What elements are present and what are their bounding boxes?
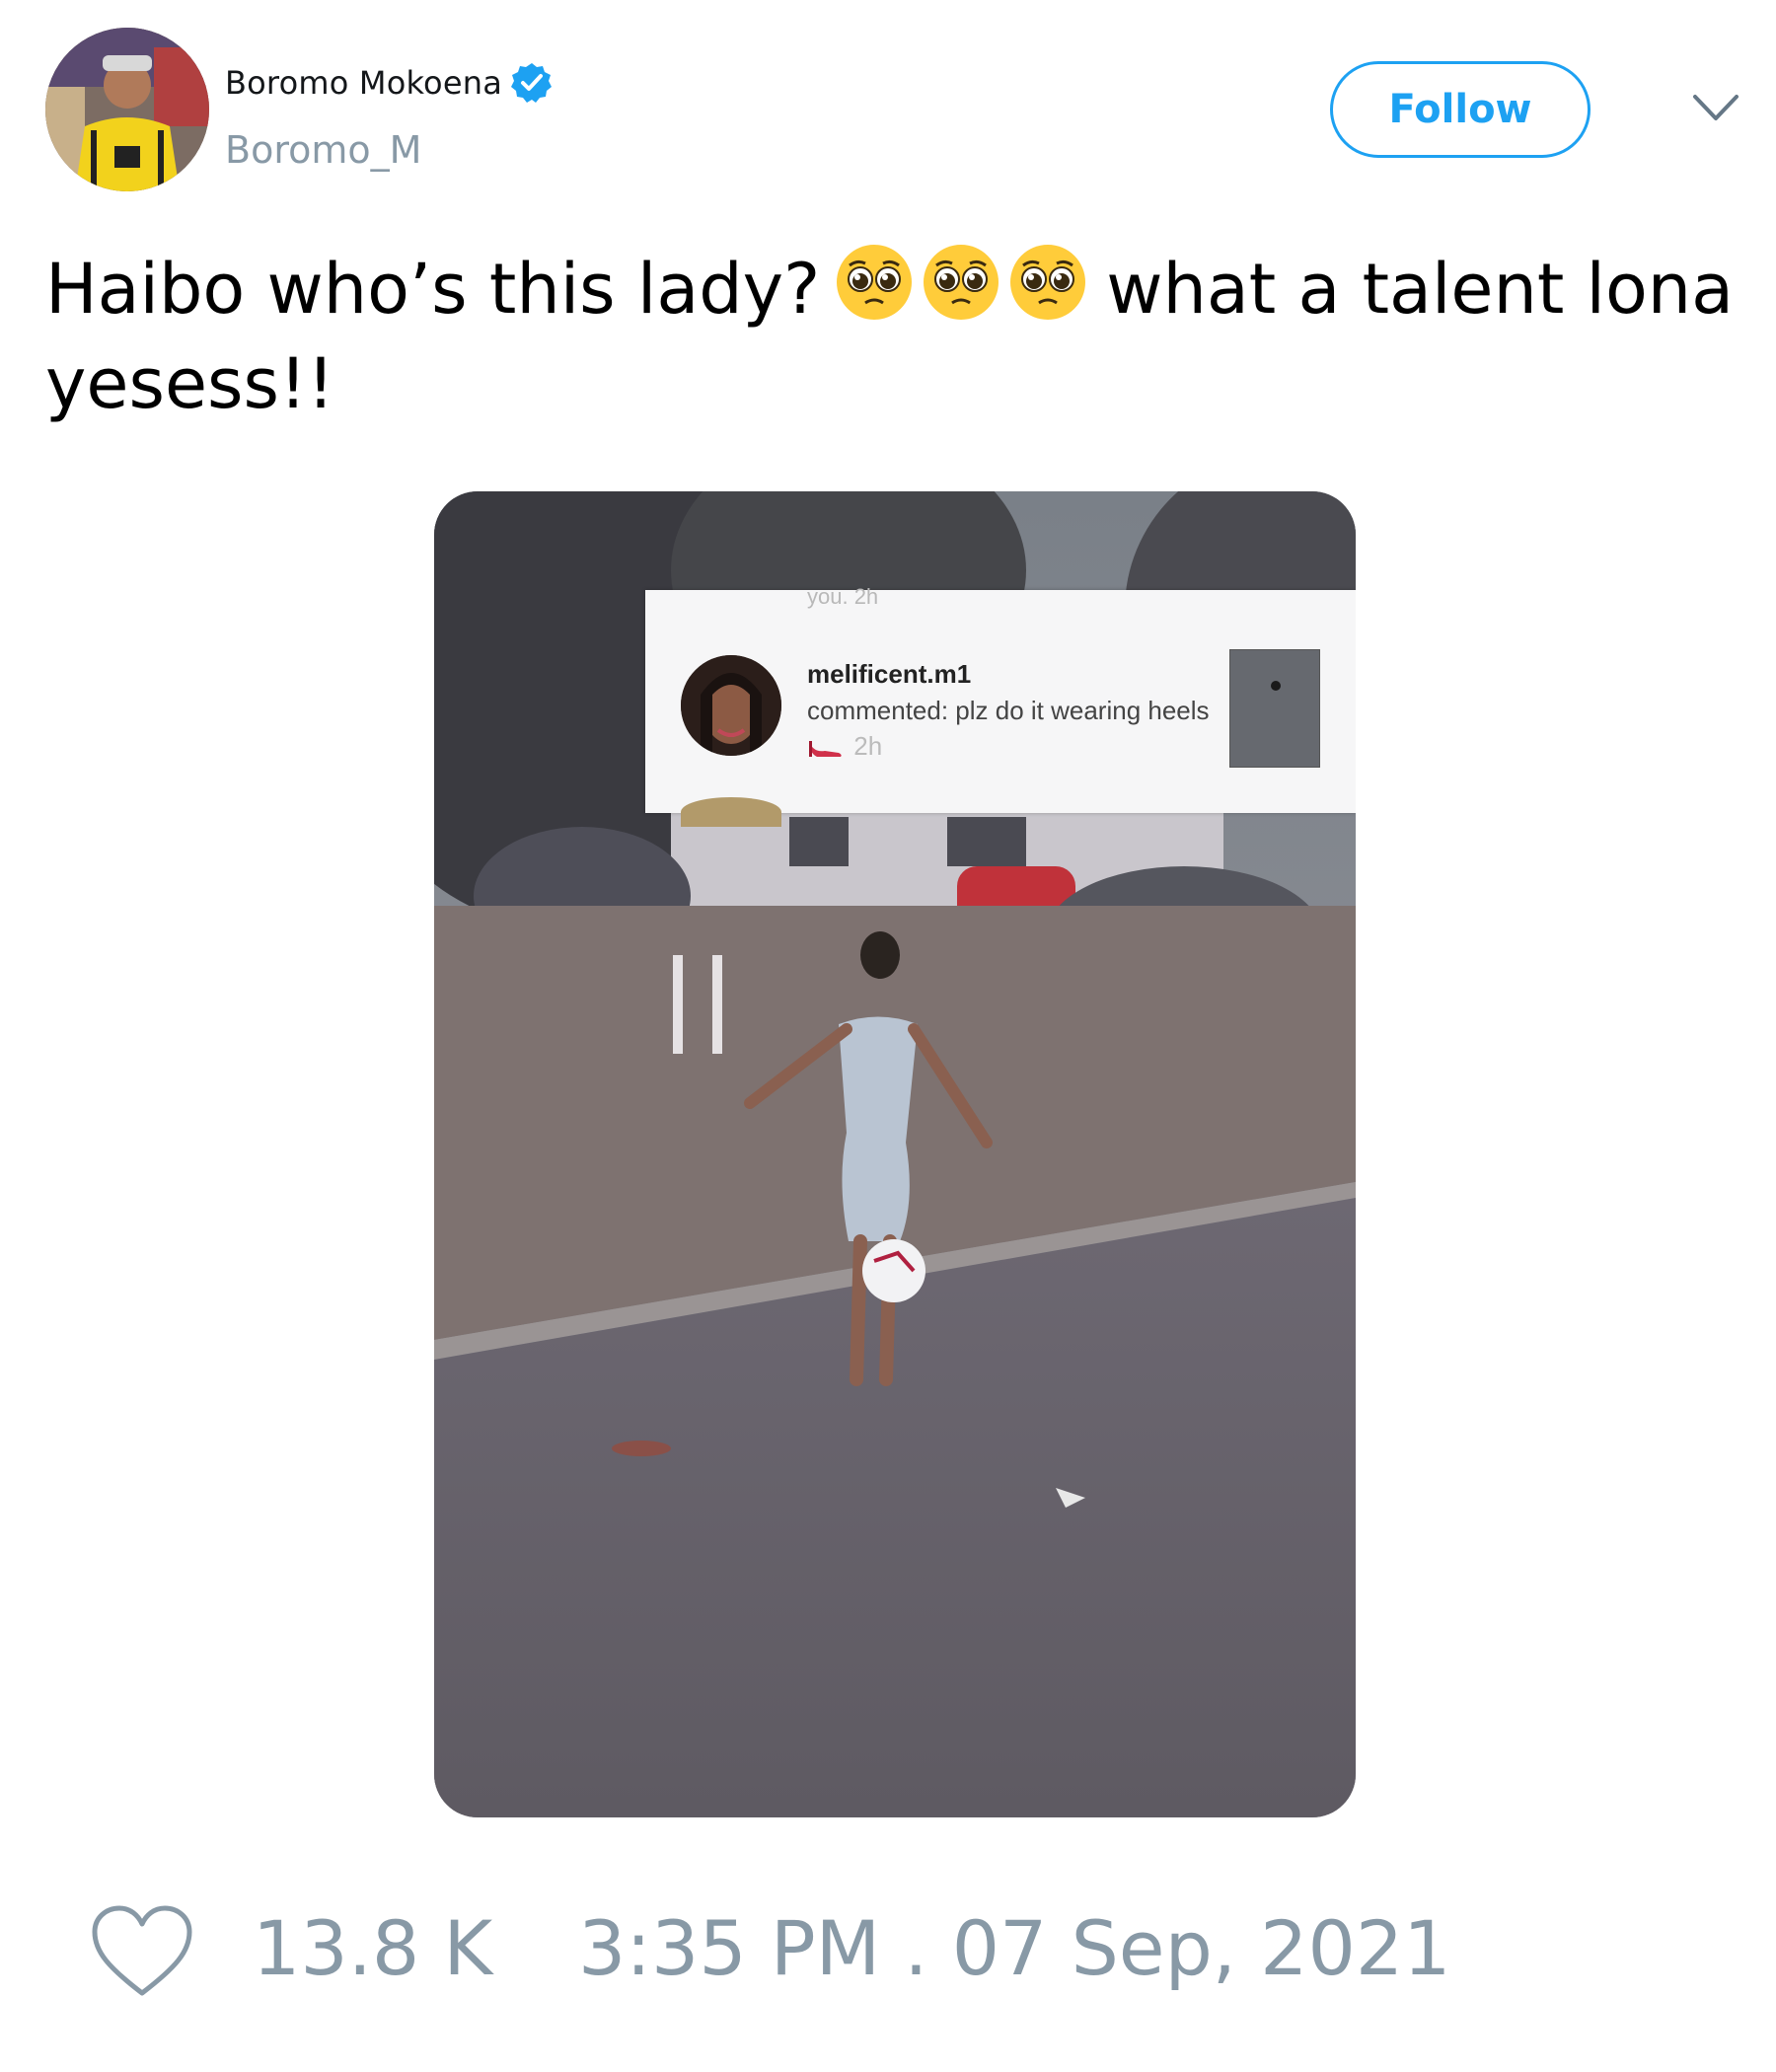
comment-time: 2h bbox=[853, 731, 883, 761]
display-name[interactable]: Boromo Mokoena bbox=[225, 64, 502, 102]
comment-peek-top-text: you. 2h bbox=[807, 584, 879, 609]
user-handle[interactable]: Boromo_M bbox=[225, 128, 421, 172]
tweet-media[interactable]: you. 2h melificent.m1 commented: plz do … bbox=[434, 491, 1356, 1817]
next-comment-avatar-peek bbox=[681, 797, 781, 827]
verified-badge-icon bbox=[510, 61, 554, 105]
tweet-text-part-1: Haibo who’s this lady? bbox=[45, 249, 821, 330]
like-count[interactable]: 13.8 K bbox=[253, 1904, 492, 1992]
comment-notification-overlay: you. 2h melificent.m1 commented: plz do … bbox=[645, 584, 1356, 827]
pleading-face-icon bbox=[837, 245, 913, 320]
heart-icon[interactable] bbox=[89, 1902, 195, 1999]
chevron-down-icon[interactable] bbox=[1691, 89, 1740, 128]
follow-button[interactable]: Follow bbox=[1330, 61, 1591, 158]
comment-text-body: commented: plz do it wearing heels bbox=[807, 696, 1210, 725]
commenter-username: melificent.m1 bbox=[807, 659, 972, 689]
high-heel-icon bbox=[809, 741, 842, 757]
emoji-group bbox=[834, 242, 1088, 323]
user-name-row[interactable]: Boromo Mokoena bbox=[225, 61, 554, 105]
commenter-avatar bbox=[681, 655, 781, 756]
pleading-face-icon bbox=[1010, 245, 1086, 320]
avatar[interactable] bbox=[45, 28, 209, 191]
tweet-timestamp[interactable]: 3:35 PM . 07 Sep, 2021 bbox=[578, 1904, 1451, 1992]
video-thumbnail bbox=[1229, 649, 1320, 768]
tweet-card: Boromo Mokoena Boromo_M Follow Haibo who… bbox=[0, 0, 1776, 2072]
comment-text: commented: plz do it wearing heels 2h bbox=[807, 693, 1221, 764]
tweet-text: Haibo who’s this lady? what a talent lon… bbox=[45, 242, 1742, 431]
pleading-face-icon bbox=[924, 245, 999, 320]
